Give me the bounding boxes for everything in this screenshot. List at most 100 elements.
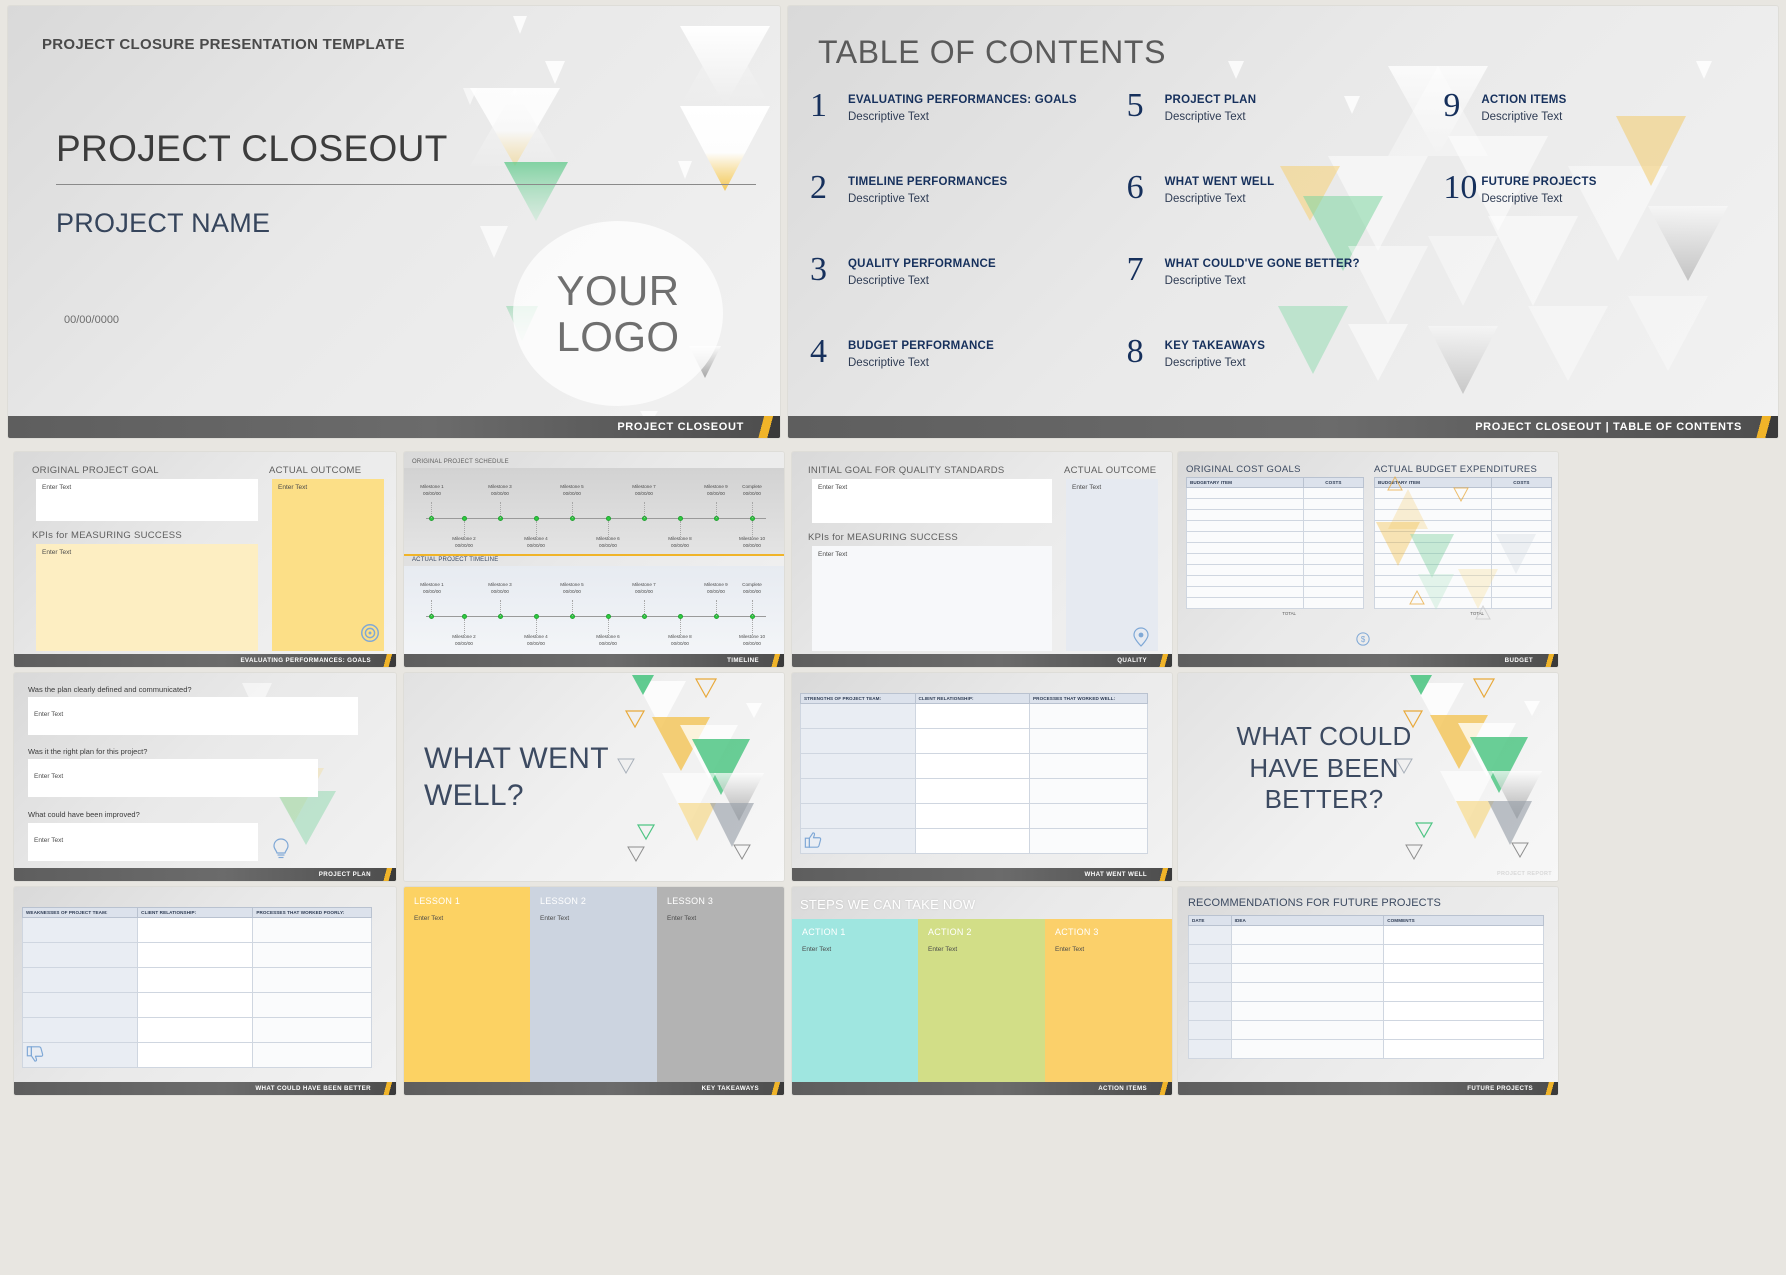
table-cell[interactable] xyxy=(1490,564,1553,576)
slide-action-items[interactable]: STEPS WE CAN TAKE NOW ACTION 1 Enter Tex… xyxy=(792,887,1172,1095)
table-cell[interactable] xyxy=(1029,728,1148,754)
table-cell[interactable] xyxy=(1186,487,1304,499)
toc-item[interactable]: 7 WHAT COULD'VE GONE BETTER? Descriptive T… xyxy=(1127,252,1438,336)
slide-goals[interactable]: ORIGINAL PROJECT GOAL Enter Text KPIs fo… xyxy=(14,452,396,667)
table-cell[interactable] xyxy=(800,803,916,829)
table-cell[interactable] xyxy=(1029,703,1148,729)
table-cell[interactable] xyxy=(1374,498,1492,510)
table-cell[interactable] xyxy=(914,728,1030,754)
table-cell[interactable] xyxy=(1490,597,1553,609)
better-table[interactable]: WEAKNESSES OF PROJECT TEAM: CLIENT RELAT… xyxy=(21,907,372,1068)
table-cell[interactable] xyxy=(1188,982,1232,1002)
table-cell[interactable] xyxy=(1383,1039,1544,1059)
table-cell[interactable] xyxy=(137,967,254,993)
table-cell[interactable] xyxy=(1029,828,1148,854)
table-cell[interactable] xyxy=(1374,564,1492,576)
table-cell[interactable] xyxy=(1188,925,1232,945)
lesson-card-1[interactable]: LESSON 1 Enter Text xyxy=(404,887,530,1082)
table-cell[interactable] xyxy=(137,942,254,968)
table-cell[interactable] xyxy=(1302,553,1365,565)
table-cell[interactable] xyxy=(1230,1001,1385,1021)
toc-item[interactable]: 4 BUDGET PERFORMANCE Descriptive Text xyxy=(810,334,1121,418)
toc-item[interactable]: 10 FUTURE PROJECTS Descriptive Text xyxy=(1443,170,1754,254)
table-cell[interactable] xyxy=(1302,498,1365,510)
action-card-2[interactable]: ACTION 2 Enter Text xyxy=(918,919,1045,1082)
table-cell[interactable] xyxy=(1302,509,1365,521)
table-cell[interactable] xyxy=(914,828,1030,854)
table-cell[interactable] xyxy=(1186,509,1304,521)
table-cell[interactable] xyxy=(1302,586,1365,598)
original-cost-table[interactable]: BUDGETARY ITEM COSTS TOTAL xyxy=(1186,477,1365,616)
table-cell[interactable] xyxy=(1186,564,1304,576)
plan-answer-field[interactable]: Enter Text xyxy=(28,823,258,861)
table-cell[interactable] xyxy=(21,917,139,943)
table-cell[interactable] xyxy=(1374,542,1492,554)
table-cell[interactable] xyxy=(1374,597,1492,609)
table-cell[interactable] xyxy=(1188,1020,1232,1040)
slide-project-plan[interactable]: Was the plan clearly defined and communi… xyxy=(14,673,396,881)
table-cell[interactable] xyxy=(1374,487,1492,499)
table-cell[interactable] xyxy=(1383,982,1544,1002)
table-cell[interactable] xyxy=(800,778,916,804)
action-card-1[interactable]: ACTION 1 Enter Text xyxy=(792,919,918,1082)
table-cell[interactable] xyxy=(1302,575,1365,587)
table-cell[interactable] xyxy=(137,917,254,943)
table-cell[interactable] xyxy=(1230,1020,1385,1040)
slide-what-went-well[interactable]: STRENGTHS OF PROJECT TEAM: CLIENT RELATI… xyxy=(792,673,1172,881)
table-cell[interactable] xyxy=(1186,520,1304,532)
table-cell[interactable] xyxy=(1302,520,1365,532)
table-cell[interactable] xyxy=(1490,487,1553,499)
table-cell[interactable] xyxy=(137,1017,254,1043)
table-cell[interactable] xyxy=(800,728,916,754)
table-cell[interactable] xyxy=(1374,586,1492,598)
table-cell[interactable] xyxy=(252,942,372,968)
table-cell[interactable] xyxy=(21,992,139,1018)
quality-goal-field[interactable]: Enter Text xyxy=(812,479,1052,523)
slide-what-could-be-better-title[interactable]: WHAT COULD HAVE BEEN BETTER? PROJECT REP… xyxy=(1178,673,1558,881)
table-cell[interactable] xyxy=(1029,803,1148,829)
table-cell[interactable] xyxy=(1490,531,1553,543)
slide-timeline[interactable]: ORIGINAL PROJECT SCHEDULE Milestone 1 00/… xyxy=(404,452,784,667)
table-cell[interactable] xyxy=(1186,597,1304,609)
toc-item[interactable]: 8 KEY TAKEAWAYS Descriptive Text xyxy=(1127,334,1438,418)
table-cell[interactable] xyxy=(1490,553,1553,565)
table-cell[interactable] xyxy=(1374,575,1492,587)
table-cell[interactable] xyxy=(252,1042,372,1068)
table-cell[interactable] xyxy=(1383,944,1544,964)
action-card-3[interactable]: ACTION 3 Enter Text xyxy=(1045,919,1172,1082)
table-cell[interactable] xyxy=(252,917,372,943)
table-cell[interactable] xyxy=(1188,1039,1232,1059)
table-cell[interactable] xyxy=(1374,531,1492,543)
table-cell[interactable] xyxy=(1490,498,1553,510)
table-cell[interactable] xyxy=(1302,531,1365,543)
table-cell[interactable] xyxy=(1188,963,1232,983)
table-cell[interactable] xyxy=(1302,487,1365,499)
table-cell[interactable] xyxy=(21,967,139,993)
toc-item[interactable]: 9 ACTION ITEMS Descriptive Text xyxy=(1443,88,1754,172)
quality-outcome-field[interactable]: Enter Text xyxy=(1066,479,1158,651)
table-cell[interactable] xyxy=(1029,778,1148,804)
table-cell[interactable] xyxy=(1230,982,1385,1002)
table-cell[interactable] xyxy=(137,1042,254,1068)
table-cell[interactable] xyxy=(1230,944,1385,964)
table-cell[interactable] xyxy=(1374,509,1492,521)
slide-what-could-have-been-better[interactable]: WEAKNESSES OF PROJECT TEAM: CLIENT RELAT… xyxy=(14,887,396,1095)
toc-item[interactable]: 2 TIMELINE PERFORMANCES Descriptive Text xyxy=(810,170,1121,254)
table-cell[interactable] xyxy=(1490,520,1553,532)
table-cell[interactable] xyxy=(914,778,1030,804)
table-cell[interactable] xyxy=(1186,498,1304,510)
table-cell[interactable] xyxy=(800,753,916,779)
table-cell[interactable] xyxy=(1490,575,1553,587)
slide-future-projects[interactable]: RECOMMENDATIONS FOR FUTURE PROJECTS DATE… xyxy=(1178,887,1558,1095)
goals-kpi-field[interactable]: Enter Text xyxy=(36,544,258,651)
toc-item[interactable]: 1 EVALUATING PERFORMANCES: GOALS Descripti… xyxy=(810,88,1121,172)
table-cell[interactable] xyxy=(1383,1001,1544,1021)
slide-quality[interactable]: INITIAL GOAL FOR QUALITY STANDARDS Enter… xyxy=(792,452,1172,667)
table-cell[interactable] xyxy=(1188,1001,1232,1021)
plan-answer-field[interactable]: Enter Text xyxy=(28,759,318,797)
plan-answer-field[interactable]: Enter Text xyxy=(28,697,358,735)
slide-what-went-well-title[interactable]: WHAT WENT WELL? xyxy=(404,673,784,881)
lesson-card-2[interactable]: LESSON 2 Enter Text xyxy=(530,887,657,1082)
table-cell[interactable] xyxy=(1374,553,1492,565)
table-cell[interactable] xyxy=(1029,753,1148,779)
